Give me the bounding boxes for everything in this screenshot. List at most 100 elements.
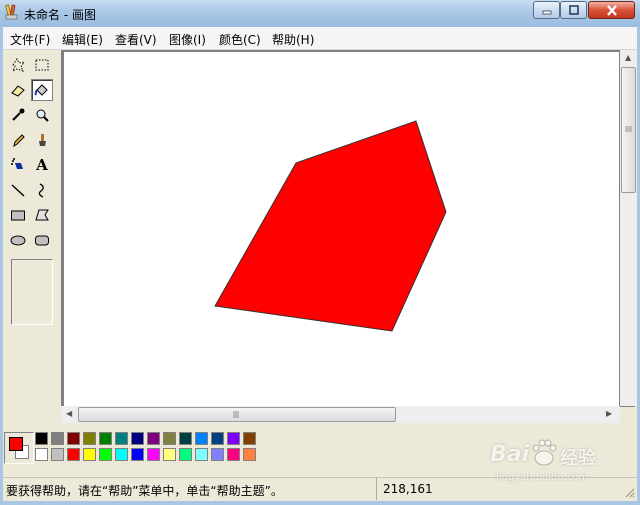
tool-brush[interactable] <box>31 129 53 151</box>
scroll-left-icon[interactable]: ◀ <box>66 409 72 418</box>
palette-swatch-bottom-7[interactable] <box>147 448 160 461</box>
palette-swatch-top-8[interactable] <box>163 432 176 445</box>
close-button[interactable] <box>588 1 635 19</box>
watermark-brand-tail: 经验 <box>560 448 596 469</box>
palette-swatch-top-2[interactable] <box>67 432 80 445</box>
canvas-drawing <box>214 120 447 332</box>
text-tool-icon: A <box>36 156 48 174</box>
scroll-up-icon[interactable]: ▲ <box>625 53 631 62</box>
grip-icon <box>625 126 632 132</box>
canvas-viewport <box>61 50 635 407</box>
close-icon <box>606 4 617 16</box>
tool-rectangle[interactable] <box>7 204 29 226</box>
palette-swatch-top-13[interactable] <box>243 432 256 445</box>
grip-icon <box>233 411 239 418</box>
menu-image[interactable]: 图像(I) <box>169 31 206 48</box>
tool-ellipse[interactable] <box>7 229 29 251</box>
eyedropper-icon <box>12 108 25 121</box>
palette-swatch-bottom-11[interactable] <box>211 448 224 461</box>
airbrush-icon <box>11 158 23 169</box>
menu-colors[interactable]: 颜色(C) <box>219 31 261 48</box>
palette-swatch-bottom-13[interactable] <box>243 448 256 461</box>
menu-edit[interactable]: 编辑(E) <box>62 31 103 48</box>
polygon-icon <box>35 209 49 221</box>
maximize-button[interactable] <box>560 1 587 19</box>
horizontal-scrollbar[interactable]: ◀ ▶ <box>61 406 620 423</box>
pencil-icon <box>13 134 25 148</box>
vertical-scrollbar[interactable]: ▲ <box>620 50 637 406</box>
palette-swatch-top-12[interactable] <box>227 432 240 445</box>
tool-free-form-select[interactable] <box>7 54 29 76</box>
red-filled-polygon <box>214 120 447 332</box>
palette-swatch-bottom-0[interactable] <box>35 448 48 461</box>
palette-swatch-top-7[interactable] <box>147 432 160 445</box>
paw-logo-icon <box>532 439 557 466</box>
tool-fill[interactable] <box>31 79 53 101</box>
palette-swatch-top-6[interactable] <box>131 432 144 445</box>
palette-swatch-bottom-3[interactable] <box>83 448 96 461</box>
palette-swatch-top-11[interactable] <box>211 432 224 445</box>
drawing-canvas[interactable] <box>64 52 619 407</box>
fill-bucket-icon <box>34 84 48 96</box>
palette-swatch-top-1[interactable] <box>51 432 64 445</box>
window-title: 未命名 - 画图 <box>24 8 96 22</box>
size-grip-icon[interactable] <box>623 486 635 498</box>
foreground-color-swatch <box>9 437 23 451</box>
palette-swatch-bottom-4[interactable] <box>99 448 112 461</box>
palette-swatch-bottom-5[interactable] <box>115 448 128 461</box>
magnifier-icon <box>36 109 49 122</box>
palette-swatch-bottom-10[interactable] <box>195 448 208 461</box>
rect-select-icon <box>35 59 49 71</box>
eraser-icon <box>11 85 25 97</box>
palette-swatch-top-9[interactable] <box>179 432 192 445</box>
tool-options-box[interactable] <box>11 259 53 325</box>
palette-swatch-top-4[interactable] <box>99 432 112 445</box>
palette-swatch-bottom-2[interactable] <box>67 448 80 461</box>
minimize-button[interactable] <box>533 1 560 19</box>
maximize-icon <box>568 5 579 15</box>
watermark-brand: Bai <box>490 442 530 467</box>
horizontal-scroll-thumb[interactable] <box>78 407 396 422</box>
palette-swatch-bottom-12[interactable] <box>227 448 240 461</box>
tool-line[interactable] <box>7 179 29 201</box>
palette-swatch-bottom-8[interactable] <box>163 448 176 461</box>
tool-airbrush[interactable] <box>7 154 29 176</box>
rectangle-icon <box>11 210 25 221</box>
menu-file[interactable]: 文件(F) <box>10 31 50 48</box>
baidu-watermark: Bai 经验 jingyan.baidu.com <box>490 432 630 487</box>
current-colors-box[interactable] <box>4 432 34 464</box>
tool-rounded-rect[interactable] <box>31 229 53 251</box>
watermark-url: jingyan.baidu.com <box>496 472 589 483</box>
tool-curve[interactable] <box>31 179 53 201</box>
palette-swatch-top-5[interactable] <box>115 432 128 445</box>
minimize-icon <box>542 10 551 15</box>
tool-eyedropper[interactable] <box>7 104 29 126</box>
status-separator <box>376 478 377 500</box>
tool-rect-select[interactable] <box>31 54 53 76</box>
palette-swatch-bottom-6[interactable] <box>131 448 144 461</box>
palette-swatch-top-3[interactable] <box>83 432 96 445</box>
palette-swatch-top-0[interactable] <box>35 432 48 445</box>
tool-eraser[interactable] <box>7 79 29 101</box>
curve-icon <box>38 183 44 198</box>
brush-icon <box>39 134 46 146</box>
palette-swatch-bottom-9[interactable] <box>179 448 192 461</box>
rounded-rect-icon <box>35 235 49 246</box>
status-help-text: 要获得帮助，请在“帮助”菜单中，单击“帮助主题”。 <box>6 484 283 498</box>
menu-view[interactable]: 查看(V) <box>115 31 157 48</box>
paint-app-icon <box>4 4 20 20</box>
palette-swatch-top-10[interactable] <box>195 432 208 445</box>
tool-polygon[interactable] <box>31 204 53 226</box>
toolbox: A <box>3 50 63 423</box>
menu-help[interactable]: 帮助(H) <box>272 31 314 48</box>
tool-magnifier[interactable] <box>31 104 53 126</box>
title-bar[interactable]: 未命名 - 画图 <box>0 0 640 27</box>
vertical-scroll-thumb[interactable] <box>621 67 636 193</box>
ellipse-icon <box>10 235 26 246</box>
tool-text[interactable]: A <box>31 154 53 176</box>
menu-bar: 文件(F) 编辑(E) 查看(V) 图像(I) 颜色(C) 帮助(H) <box>3 27 637 50</box>
scroll-right-icon[interactable]: ▶ <box>606 409 612 418</box>
status-coordinates: 218,161 <box>383 482 433 496</box>
palette-swatch-bottom-1[interactable] <box>51 448 64 461</box>
tool-pencil[interactable] <box>7 129 29 151</box>
